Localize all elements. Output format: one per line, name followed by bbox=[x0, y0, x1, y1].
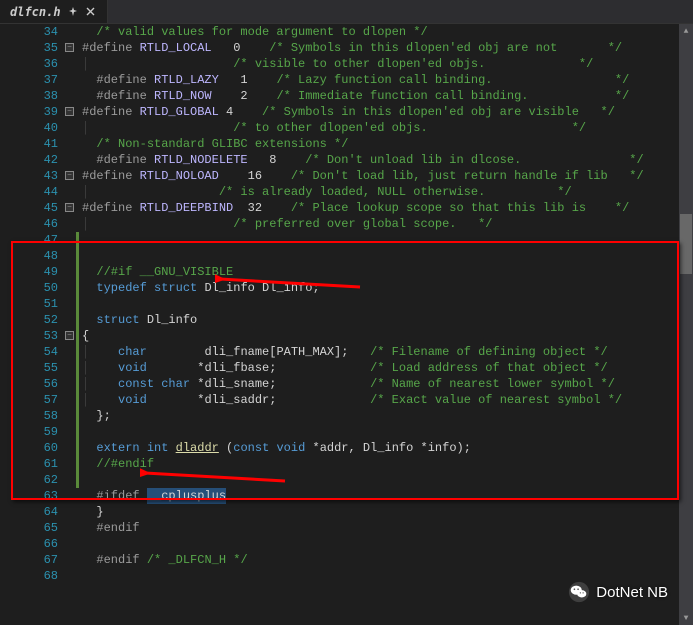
line-number: 55 bbox=[0, 360, 58, 376]
code-line[interactable] bbox=[76, 248, 693, 264]
code-line[interactable]: #define RTLD_NOW 2 /* Immediate function… bbox=[76, 88, 693, 104]
code-line[interactable]: │ /* visible to other dlopen'ed objs. */ bbox=[76, 56, 693, 72]
editor-area: 3435363738394041424344454647484950515253… bbox=[0, 24, 693, 625]
tab-dlfcn[interactable]: dlfcn.h bbox=[0, 0, 108, 23]
code-line[interactable]: //#endif bbox=[76, 456, 693, 472]
code-line[interactable]: } bbox=[76, 504, 693, 520]
code-line[interactable]: │ char dli_fname[PATH_MAX]; /* Filename … bbox=[76, 344, 693, 360]
line-number: 56 bbox=[0, 376, 58, 392]
wechat-icon bbox=[568, 581, 590, 603]
line-number: 37 bbox=[0, 72, 58, 88]
code-line[interactable]: extern int dladdr (const void *addr, Dl_… bbox=[76, 440, 693, 456]
line-number: 54 bbox=[0, 344, 58, 360]
code-line[interactable] bbox=[76, 232, 693, 248]
code-line[interactable]: #define RTLD_LOCAL 0 /* Symbols in this … bbox=[76, 40, 693, 56]
line-number: 38 bbox=[0, 88, 58, 104]
line-number: 59 bbox=[0, 424, 58, 440]
line-number: 66 bbox=[0, 536, 58, 552]
line-number: 34 bbox=[0, 24, 58, 40]
line-number: 44 bbox=[0, 184, 58, 200]
code-line[interactable]: #endif bbox=[76, 520, 693, 536]
line-number: 43 bbox=[0, 168, 58, 184]
code-line[interactable]: │ void *dli_fbase; /* Load address of th… bbox=[76, 360, 693, 376]
line-number-gutter: 3435363738394041424344454647484950515253… bbox=[0, 24, 64, 625]
line-number: 53 bbox=[0, 328, 58, 344]
code-line[interactable]: /* valid values for mode argument to dlo… bbox=[76, 24, 693, 40]
code-line[interactable]: #ifdef __cplusplus bbox=[76, 488, 693, 504]
line-number: 63 bbox=[0, 488, 58, 504]
code-line[interactable]: typedef struct Dl_info Dl_info; bbox=[76, 280, 693, 296]
line-number: 45 bbox=[0, 200, 58, 216]
fold-toggle[interactable]: − bbox=[65, 171, 74, 180]
code-line[interactable]: #define RTLD_GLOBAL 4 /* Symbols in this… bbox=[76, 104, 693, 120]
line-number: 36 bbox=[0, 56, 58, 72]
line-number: 50 bbox=[0, 280, 58, 296]
line-number: 67 bbox=[0, 552, 58, 568]
line-number: 61 bbox=[0, 456, 58, 472]
code-line[interactable]: struct Dl_info bbox=[76, 312, 693, 328]
code-line[interactable] bbox=[76, 296, 693, 312]
scrollbar-thumb[interactable] bbox=[680, 214, 692, 274]
scroll-up-arrow[interactable]: ▲ bbox=[679, 24, 693, 38]
tab-bar: dlfcn.h bbox=[0, 0, 693, 24]
code-line[interactable]: │ /* preferred over global scope. */ bbox=[76, 216, 693, 232]
line-number: 40 bbox=[0, 120, 58, 136]
line-number: 39 bbox=[0, 104, 58, 120]
fold-toggle[interactable]: − bbox=[65, 203, 74, 212]
line-number: 51 bbox=[0, 296, 58, 312]
line-number: 60 bbox=[0, 440, 58, 456]
line-number: 41 bbox=[0, 136, 58, 152]
line-number: 42 bbox=[0, 152, 58, 168]
code-line[interactable]: #define RTLD_NOLOAD 16 /* Don't load lib… bbox=[76, 168, 693, 184]
code-line[interactable]: │ /* to other dlopen'ed objs. */ bbox=[76, 120, 693, 136]
code-line[interactable] bbox=[76, 472, 693, 488]
fold-toggle[interactable]: − bbox=[65, 43, 74, 52]
code-line[interactable]: │ void *dli_saddr; /* Exact value of nea… bbox=[76, 392, 693, 408]
code-line[interactable] bbox=[76, 424, 693, 440]
code-line[interactable]: │ const char *dli_sname; /* Name of near… bbox=[76, 376, 693, 392]
code-line[interactable]: //#if __GNU_VISIBLE bbox=[76, 264, 693, 280]
line-number: 57 bbox=[0, 392, 58, 408]
tab-filename: dlfcn.h bbox=[10, 5, 61, 19]
code-line[interactable]: #define RTLD_NODELETE 8 /* Don't unload … bbox=[76, 152, 693, 168]
code-line[interactable]: #endif /* _DLFCN_H */ bbox=[76, 552, 693, 568]
line-number: 58 bbox=[0, 408, 58, 424]
line-number: 65 bbox=[0, 520, 58, 536]
pin-icon[interactable] bbox=[67, 6, 79, 18]
code-line[interactable]: #define RTLD_DEEPBIND 32 /* Place lookup… bbox=[76, 200, 693, 216]
code-line[interactable]: /* Non-standard GLIBC extensions */ bbox=[76, 136, 693, 152]
fold-gutter: − − − − − bbox=[64, 24, 76, 625]
line-number: 35 bbox=[0, 40, 58, 56]
code-line[interactable]: { bbox=[76, 328, 693, 344]
line-number: 48 bbox=[0, 248, 58, 264]
fold-toggle[interactable]: − bbox=[65, 107, 74, 116]
line-number: 64 bbox=[0, 504, 58, 520]
line-number: 62 bbox=[0, 472, 58, 488]
line-number: 49 bbox=[0, 264, 58, 280]
scroll-down-arrow[interactable]: ▼ bbox=[679, 611, 693, 625]
code-line[interactable] bbox=[76, 536, 693, 552]
line-number: 68 bbox=[0, 568, 58, 584]
code-line[interactable]: }; bbox=[76, 408, 693, 424]
code-line[interactable]: │ /* is already loaded, NULL otherwise. … bbox=[76, 184, 693, 200]
code-content[interactable]: /* valid values for mode argument to dlo… bbox=[76, 24, 693, 625]
line-number: 46 bbox=[0, 216, 58, 232]
fold-toggle[interactable]: − bbox=[65, 331, 74, 340]
code-line[interactable]: #define RTLD_LAZY 1 /* Lazy function cal… bbox=[76, 72, 693, 88]
line-number: 52 bbox=[0, 312, 58, 328]
watermark-text: DotNet NB bbox=[596, 584, 668, 601]
watermark: DotNet NB bbox=[568, 581, 668, 603]
vertical-scrollbar[interactable]: ▲ ▼ bbox=[679, 24, 693, 625]
line-number: 47 bbox=[0, 232, 58, 248]
close-icon[interactable] bbox=[85, 6, 97, 18]
